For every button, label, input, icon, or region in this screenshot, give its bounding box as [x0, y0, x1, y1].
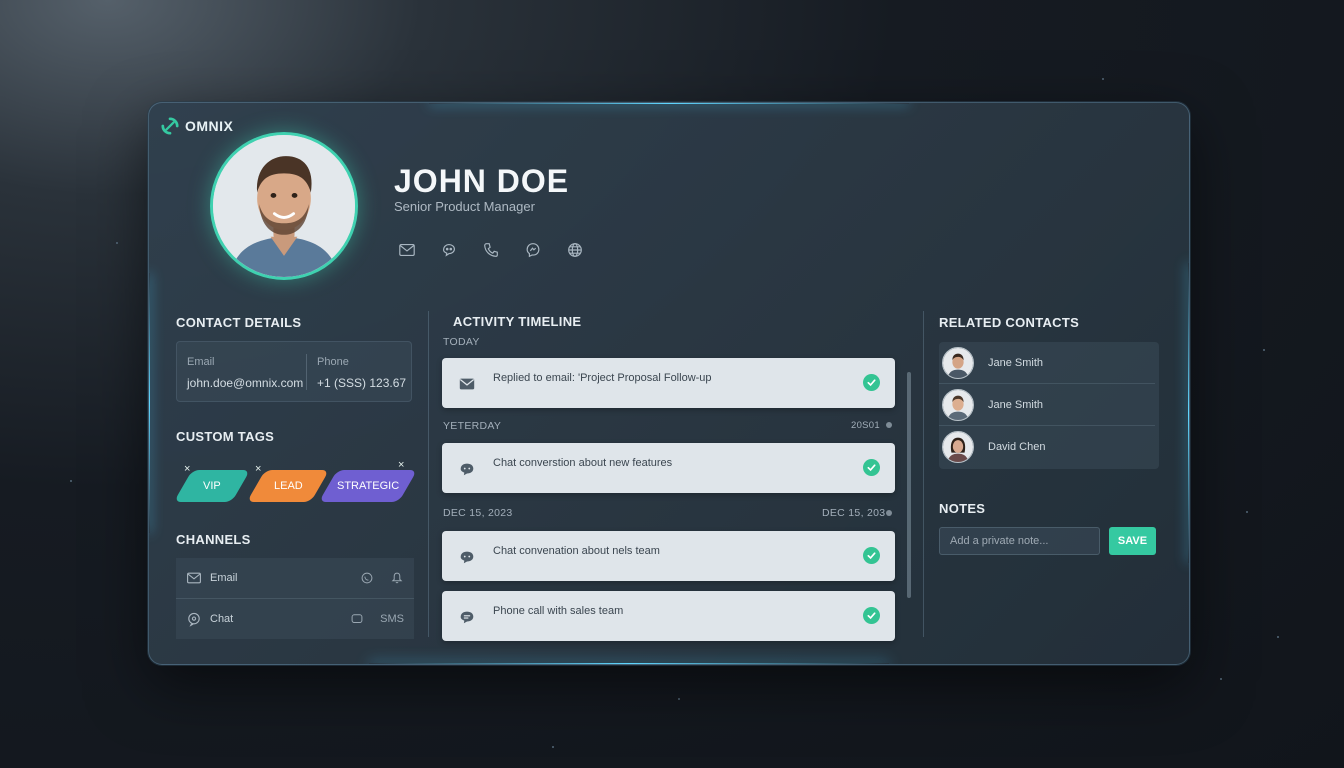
channels-list: Email Chat SMS [176, 558, 414, 639]
timeline-item[interactable]: Phone call with sales team [442, 591, 895, 641]
related-contact-name: David Chen [988, 441, 1046, 453]
timeline-item[interactable]: Chat convenation about nels team [442, 531, 895, 581]
glow-edge [429, 103, 909, 104]
timeline-item-text: Chat convenation about nels team [493, 545, 660, 557]
email-field: Email john.doe@omnix.com [187, 356, 303, 390]
related-contact-name: Jane Smith [988, 356, 1044, 369]
related-contact-row[interactable]: Jane Smith [939, 342, 1155, 384]
channel-row-chat[interactable]: Chat SMS [176, 599, 414, 639]
avatar [942, 388, 974, 421]
check-icon [863, 459, 880, 476]
channel-label: Chat [210, 613, 234, 625]
related-contact-name: Jane Smith [988, 398, 1044, 411]
phone-icon[interactable] [481, 240, 501, 260]
tag-label: VIP [203, 480, 221, 492]
avatar [942, 346, 974, 379]
contact-details-box: Email john.doe@omnix.com Phone +1 (SSS) … [176, 341, 412, 402]
brand-name: OMNIX [185, 118, 234, 134]
bell-icon[interactable] [390, 571, 404, 585]
timeline-group-label: TODAY [443, 336, 480, 348]
check-icon [863, 607, 880, 624]
timeline-scrollbar[interactable] [907, 372, 911, 598]
contact-name: JOHN DOE [394, 163, 570, 199]
tag-remove-icon[interactable]: × [398, 459, 404, 471]
activity-timeline-heading: ACTIVITY TIMELINE [453, 314, 582, 329]
check-icon [863, 374, 880, 391]
tag-label: STRATEGIC [336, 480, 400, 492]
messenger-icon[interactable] [523, 240, 543, 260]
related-contact-row[interactable]: Jane Smith [939, 384, 1155, 426]
email-value[interactable]: john.doe@omnix.com [187, 376, 303, 390]
sms-label[interactable]: SMS [380, 613, 404, 625]
mail-icon [458, 375, 476, 393]
tag-strategic[interactable]: STRATEGIC [318, 470, 418, 502]
related-contact-row[interactable]: David Chen [939, 426, 1155, 468]
tag-remove-icon[interactable]: × [255, 463, 261, 475]
timeline-group-label: YETERDAY [443, 420, 502, 432]
mail-icon[interactable] [397, 240, 417, 260]
chat-icon [186, 611, 202, 627]
omnix-logo-icon [161, 117, 179, 135]
email-label: Email [187, 356, 215, 368]
column-divider [428, 311, 429, 637]
custom-tags-heading: CUSTOM TAGS [176, 429, 275, 444]
brand: OMNIX [161, 117, 233, 135]
timeline-item[interactable]: Chat converstion about new features [442, 443, 895, 493]
phone-field: Phone +1 (SSS) 123.67 [317, 356, 406, 390]
profile-avatar [210, 132, 358, 280]
globe-icon[interactable] [565, 240, 585, 260]
mail-icon [186, 570, 202, 586]
contact-title: Senior Product Manager [394, 199, 535, 214]
timeline-item-text: Phone call with sales team [493, 605, 624, 617]
timeline-dot [886, 510, 892, 516]
social-icons [397, 240, 585, 260]
related-contacts-heading: RELATED CONTACTS [939, 315, 1080, 330]
timeline-group-date: DEC 15, 203 [822, 507, 886, 519]
timeline-dot [886, 422, 892, 428]
phone-value[interactable]: +1 (SSS) 123.67 [317, 376, 406, 390]
channels-heading: CHANNELS [176, 532, 251, 547]
chat-icon[interactable] [439, 240, 459, 260]
tag-remove-icon[interactable]: × [184, 463, 190, 475]
sms-icon[interactable] [350, 612, 364, 626]
channel-row-email[interactable]: Email [176, 558, 414, 598]
tag-label: LEAD [273, 480, 303, 492]
timeline-item[interactable]: Replied to email: 'Project Proposal Foll… [442, 358, 895, 408]
timeline-group-label: DEC 15, 2023 [443, 507, 513, 519]
channel-actions: SMS [350, 612, 404, 626]
related-contacts-list: Jane Smith Jane Smith David Chen [939, 342, 1159, 469]
chat-icon [458, 608, 476, 626]
contact-details-heading: CONTACT DETAILS [176, 315, 302, 330]
timeline-group-date: 20S01 [851, 420, 880, 431]
channel-actions [360, 571, 404, 585]
chat-icon [458, 548, 476, 566]
timeline-item-text: Chat converstion about new features [493, 457, 673, 469]
column-divider [923, 311, 924, 637]
channel-label: Email [210, 572, 238, 584]
note-input[interactable] [939, 527, 1100, 555]
glow-edge [149, 273, 150, 533]
field-divider [306, 354, 307, 390]
save-note-button[interactable]: SAVE [1109, 527, 1156, 555]
avatar [942, 431, 974, 463]
chat-icon [458, 460, 476, 478]
whatsapp-icon[interactable] [360, 571, 374, 585]
avatar-portrait-icon [213, 135, 355, 277]
timeline-item-text: Replied to email: 'Project Proposal Foll… [493, 372, 712, 384]
phone-label: Phone [317, 356, 349, 368]
notes-heading: NOTES [939, 501, 986, 516]
glow-edge [369, 663, 889, 664]
check-icon [863, 547, 880, 564]
contact-profile-card: OMNIX JOHN DOE Senior Product Manager CO… [148, 102, 1190, 665]
glow-edge [1188, 263, 1189, 563]
